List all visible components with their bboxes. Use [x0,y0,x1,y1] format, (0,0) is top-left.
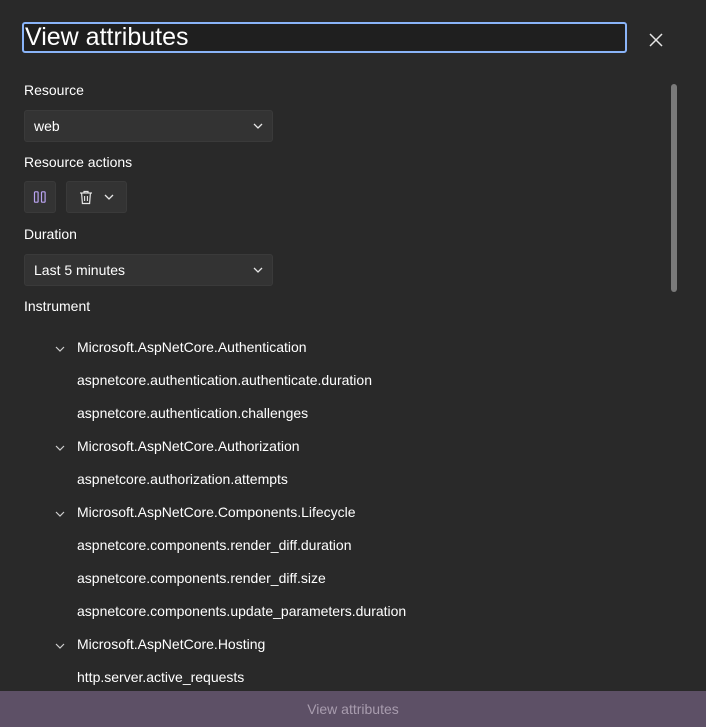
scrollbar-thumb[interactable] [671,84,677,292]
resource-select-value: web [34,118,60,134]
tree-leaf-item[interactable]: aspnetcore.components.render_diff.durati… [77,535,351,555]
dialog-title: View attributes [25,23,189,51]
chevron-down-icon [253,123,263,129]
tree-leaf-item[interactable]: http.server.active_requests [77,667,244,687]
duration-label: Duration [24,226,77,242]
tree-leaf-item[interactable]: aspnetcore.components.render_diff.size [77,568,326,588]
tree-leaf-item[interactable]: aspnetcore.components.update_parameters.… [77,601,406,621]
chevron-down-icon [104,194,114,200]
resource-actions-label: Resource actions [24,154,133,170]
chevron-down-icon [253,267,263,273]
chevron-down-icon[interactable] [54,640,66,652]
view-attributes-button-label: View attributes [307,701,399,717]
tree-leaf-item[interactable]: aspnetcore.authentication.challenges [77,403,308,423]
view-attributes-button[interactable]: View attributes [0,691,706,727]
trash-icon [80,190,92,204]
chevron-down-icon[interactable] [54,343,66,355]
chevron-down-icon[interactable] [54,508,66,520]
tree-group-item[interactable]: Microsoft.AspNetCore.Authorization [77,436,300,456]
duration-select[interactable]: Last 5 minutes [24,254,273,286]
close-button[interactable] [642,26,670,54]
resource-label: Resource [24,82,84,98]
duration-select-value: Last 5 minutes [34,262,126,278]
delete-menu-button[interactable] [66,181,127,213]
pause-button[interactable] [24,181,56,213]
close-icon [649,33,663,47]
pause-icon [33,191,46,203]
view-attributes-dialog: View attributes Resource web Resource ac… [0,0,706,727]
instrument-label: Instrument [24,298,91,314]
tree-leaf-item[interactable]: aspnetcore.authorization.attempts [77,469,288,489]
chevron-down-icon[interactable] [54,442,66,454]
tree-group-item[interactable]: Microsoft.AspNetCore.Hosting [77,634,265,654]
tree-group-item[interactable]: Microsoft.AspNetCore.Authentication [77,337,307,357]
tree-leaf-item[interactable]: aspnetcore.authentication.authenticate.d… [77,370,372,390]
tree-group-item[interactable]: Microsoft.AspNetCore.Components.Lifecycl… [77,502,356,522]
dialog-title-input[interactable]: View attributes [22,22,627,53]
resource-select[interactable]: web [24,110,273,142]
instrument-tree: Microsoft.AspNetCore.Authentication aspn… [0,330,660,691]
